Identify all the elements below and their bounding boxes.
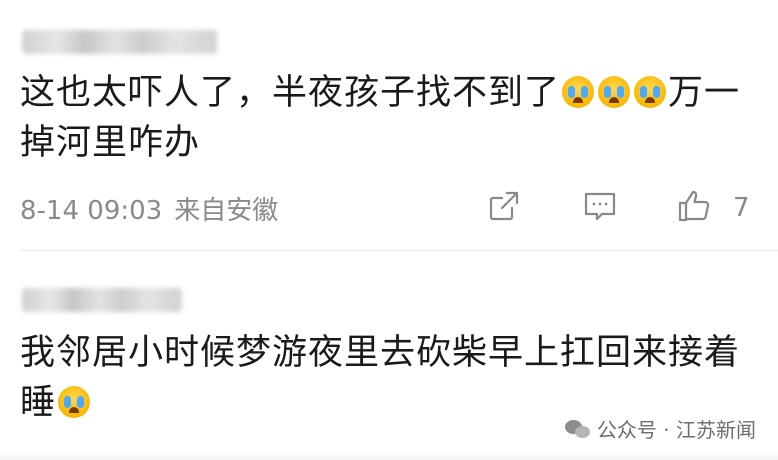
comment-item: 这也太吓人了，半夜孩子找不到了万一掉河里咋办 8-14 09:03来自安徽 xyxy=(0,0,778,250)
comment-text: 我邻居小时候梦游夜里去砍柴早上扛回来接着睡 xyxy=(20,328,760,428)
wechat-icon xyxy=(564,418,591,440)
comment-text-part: 我邻居小时候梦游夜里去砍柴早上扛回来接着睡 xyxy=(20,333,741,423)
comment-text-part: 这也太吓人了，半夜孩子找不到了 xyxy=(20,73,561,113)
comment-text: 这也太吓人了，半夜孩子找不到了 万一掉河里咋办 xyxy=(20,68,760,168)
thumbs-up-icon[interactable] xyxy=(676,188,712,224)
crying-face-icon xyxy=(562,76,595,108)
username-blurred[interactable] xyxy=(22,288,182,312)
username-blurred[interactable] xyxy=(22,30,217,54)
comment-actions: 7 xyxy=(0,188,778,228)
comment-icon[interactable] xyxy=(582,188,618,224)
watermark-text: 公众号 · 江苏新闻 xyxy=(596,418,756,442)
share-icon[interactable] xyxy=(486,188,522,224)
like-count: 7 xyxy=(733,193,750,223)
bottom-fade xyxy=(0,452,778,460)
laughing-crying-face-icon xyxy=(58,386,91,418)
crying-face-icon xyxy=(598,76,631,108)
comment-divider xyxy=(20,250,778,251)
crying-face-icon xyxy=(634,76,667,108)
watermark: 公众号 · 江苏新闻 xyxy=(564,414,756,443)
